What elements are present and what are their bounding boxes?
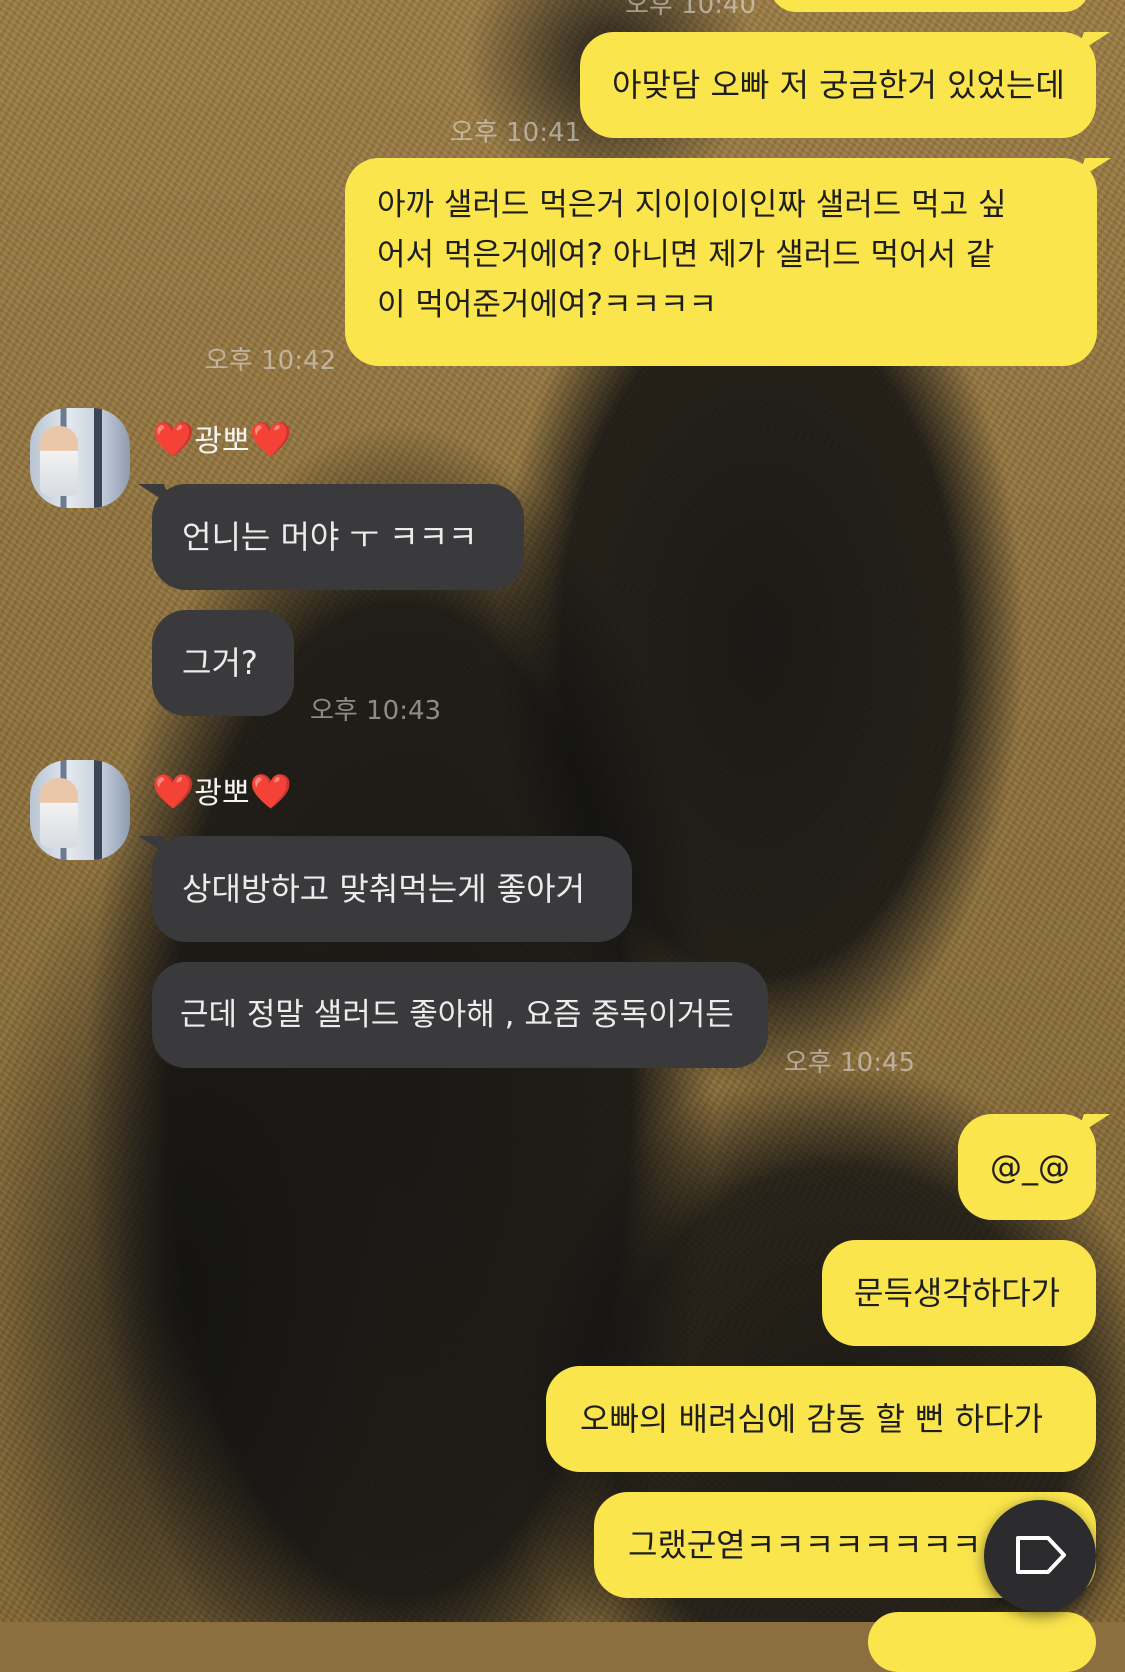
my-message-bubble[interactable]: 아까 샐러드 먹은거 지이이이인짜 샐러드 먹고 싶 어서 먹은거에여? 아니면… bbox=[345, 158, 1097, 366]
chat-room[interactable]: 오후 10:40 아맞담 오빠 저 궁금한거 있었는데 오후 10:41 아까 … bbox=[0, 0, 1125, 1672]
message-text: 언니는 머야 ㅜ ㅋㅋㅋ bbox=[182, 518, 478, 556]
message-text: 상대방하고 맞춰먹는게 좋아거 bbox=[182, 870, 586, 908]
my-message-bubble[interactable]: 문득생각하다가 bbox=[822, 1240, 1096, 1346]
message-text: @_@ bbox=[990, 1148, 1070, 1186]
message-text-line: 아까 샐러드 먹은거 지이이이인짜 샐러드 먹고 싶 bbox=[377, 187, 1007, 223]
my-message-bubble[interactable]: 오빠의 배려심에 감동 할 뻔 하다가 bbox=[546, 1366, 1096, 1472]
message-text-line: 이 먹어준거에여?ㅋㅋㅋㅋ bbox=[377, 287, 718, 323]
my-message-bubble[interactable]: @_@ bbox=[958, 1114, 1096, 1220]
avatar-photo-pole bbox=[94, 760, 102, 860]
their-message-bubble[interactable]: 상대방하고 맞춰먹는게 좋아거 bbox=[152, 836, 632, 942]
message-text: 그거? bbox=[182, 644, 258, 682]
their-message-bubble[interactable]: 근데 정말 샐러드 좋아해 , 요즘 중독이거든 bbox=[152, 962, 768, 1068]
avatar-photo-person bbox=[40, 778, 78, 848]
message-bubble-partial[interactable] bbox=[770, 0, 1090, 12]
message-text: 아맞담 오빠 저 궁금한거 있었는데 bbox=[612, 66, 1065, 104]
tag-button[interactable] bbox=[984, 1500, 1096, 1612]
message-time: 오후 10:40 bbox=[625, 0, 757, 20]
sender-avatar[interactable] bbox=[30, 760, 130, 860]
their-message-bubble[interactable]: 그거? bbox=[152, 610, 294, 716]
message-text: 오빠의 배려심에 감동 할 뻔 하다가 bbox=[580, 1400, 1044, 1438]
avatar-photo-pole bbox=[94, 408, 102, 508]
sender-avatar[interactable] bbox=[30, 408, 130, 508]
tag-icon bbox=[1016, 1536, 1066, 1574]
message-text: 문득생각하다가 bbox=[854, 1274, 1061, 1312]
message-time: 오후 10:41 bbox=[450, 118, 582, 148]
message-bubble-partial[interactable] bbox=[868, 1612, 1096, 1672]
message-text: 근데 정말 샐러드 좋아해 , 요즘 중독이거든 bbox=[180, 997, 734, 1033]
their-message-bubble[interactable]: 언니는 머야 ㅜ ㅋㅋㅋ bbox=[152, 484, 524, 590]
sender-name-text: 광뽀 bbox=[194, 424, 250, 459]
sender-name: ❤️광뽀❤️ bbox=[152, 416, 292, 460]
heart-icon: ❤️ bbox=[249, 420, 292, 460]
message-text-line: 어서 먹은거에여? 아니면 제가 샐러드 먹어서 같 bbox=[377, 237, 995, 273]
message-text: 그랬군엳ㅋㅋㅋㅋㅋㅋㅋㅋ bbox=[628, 1526, 982, 1564]
my-message-bubble[interactable]: 아맞담 오빠 저 궁금한거 있었는데 bbox=[580, 32, 1096, 138]
sender-name: ❤️광뽀❤️ bbox=[152, 768, 292, 812]
heart-icon: ❤️ bbox=[152, 772, 195, 812]
heart-icon: ❤️ bbox=[152, 420, 195, 460]
message-time: 오후 10:45 bbox=[784, 1048, 916, 1078]
avatar-photo-person bbox=[40, 426, 78, 496]
message-time: 오후 10:43 bbox=[310, 696, 442, 726]
heart-icon: ❤️ bbox=[249, 772, 292, 812]
message-time: 오후 10:42 bbox=[205, 346, 337, 376]
sender-name-text: 광뽀 bbox=[194, 776, 250, 811]
